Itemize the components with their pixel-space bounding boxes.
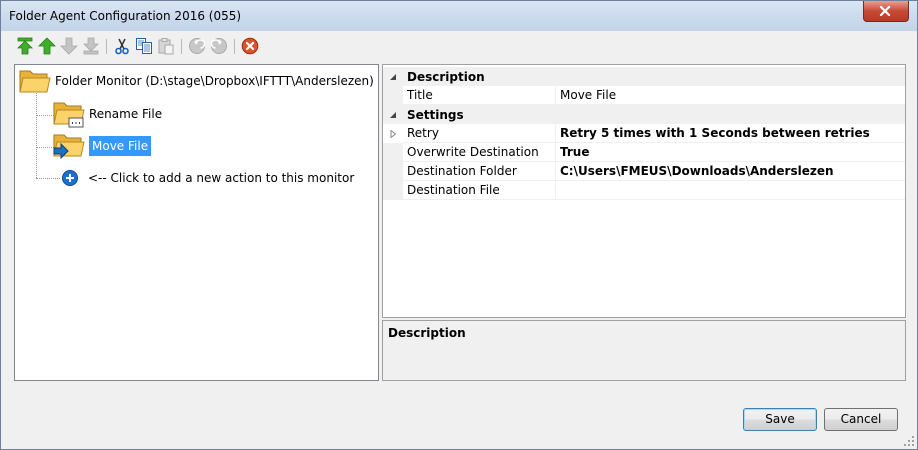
add-icon	[62, 170, 78, 186]
property-name: Retry	[403, 124, 555, 143]
row-margin	[383, 181, 403, 200]
resize-grip-icon[interactable]	[903, 435, 915, 447]
row-margin	[383, 143, 403, 162]
cut-icon	[115, 38, 129, 55]
move-top-icon	[17, 37, 33, 55]
cancel-button[interactable]: Cancel	[824, 408, 898, 431]
description-title: Description	[388, 326, 466, 340]
tree-connector	[36, 115, 54, 116]
tree-item-rename-file[interactable]: Rename File	[53, 99, 162, 129]
property-name: Overwrite Destination	[403, 143, 555, 162]
undo-button[interactable]	[188, 37, 206, 55]
window-title: Folder Agent Configuration 2016 (055)	[9, 9, 242, 23]
property-row-retry[interactable]: Retry Retry 5 times with 1 Seconds betwe…	[383, 124, 905, 143]
category-label: Settings	[407, 107, 464, 122]
property-value[interactable]: Retry 5 times with 1 Seconds between ret…	[555, 124, 905, 143]
move-folder-icon	[53, 134, 85, 160]
category-label: Description	[407, 69, 485, 84]
tree-connector	[36, 147, 54, 148]
action-tree[interactable]: Folder Monitor (D:\stage\Dropbox\IFTTT\A…	[14, 64, 379, 381]
property-value[interactable]: Move File	[555, 86, 905, 105]
folder-icon	[19, 70, 51, 93]
move-top-button[interactable]	[16, 37, 34, 55]
property-name: Destination Folder	[403, 162, 555, 181]
property-grid[interactable]: Description Title Move File Settings Ret…	[382, 64, 906, 318]
toolbar-separator	[181, 39, 182, 54]
close-icon	[879, 6, 891, 16]
property-row-overwrite[interactable]: Overwrite Destination True	[383, 143, 905, 162]
tree-root-label: Folder Monitor (D:\stage\Dropbox\IFTTT\A…	[55, 74, 374, 88]
redo-button[interactable]	[210, 37, 228, 55]
window-close-button[interactable]	[863, 1, 909, 22]
delete-button[interactable]	[241, 37, 259, 55]
tree-connector	[36, 93, 37, 178]
cut-button[interactable]	[113, 37, 131, 55]
toolbar-separator	[234, 39, 235, 54]
collapse-icon[interactable]	[383, 105, 403, 124]
property-name: Destination File	[403, 181, 555, 200]
delete-icon	[241, 37, 259, 55]
category-settings[interactable]: Settings	[383, 105, 905, 124]
redo-icon	[210, 38, 227, 54]
move-down-button[interactable]	[60, 37, 78, 55]
tree-item-label: Move File	[89, 136, 152, 156]
undo-icon	[189, 38, 206, 54]
move-bottom-icon	[83, 37, 99, 55]
property-value[interactable]: C:\Users\FMEUS\Downloads\Anderslezen	[555, 162, 905, 181]
tree-item-move-file[interactable]: Move File	[53, 131, 152, 161]
paste-button[interactable]	[157, 37, 175, 55]
tree-connector	[36, 178, 60, 179]
move-bottom-button[interactable]	[82, 37, 100, 55]
property-row-destination-folder[interactable]: Destination Folder C:\Users\FMEUS\Downlo…	[383, 162, 905, 181]
property-name: Title	[403, 86, 555, 105]
category-description[interactable]: Description	[383, 67, 905, 86]
collapse-icon[interactable]	[383, 67, 403, 86]
copy-icon	[136, 38, 152, 54]
tree-root-monitor[interactable]: Folder Monitor (D:\stage\Dropbox\IFTTT\A…	[19, 67, 374, 95]
property-row-title[interactable]: Title Move File	[383, 86, 905, 105]
move-up-icon	[38, 37, 56, 55]
add-action-link[interactable]: <-- Click to add a new action to this mo…	[61, 169, 354, 187]
copy-button[interactable]	[135, 37, 153, 55]
add-action-label: <-- Click to add a new action to this mo…	[88, 171, 355, 185]
property-row-destination-file[interactable]: Destination File	[383, 181, 905, 200]
toolbar-separator	[106, 39, 107, 54]
tree-item-label: Rename File	[89, 107, 163, 121]
property-value[interactable]: True	[555, 143, 905, 162]
rename-folder-icon	[53, 102, 85, 128]
move-up-button[interactable]	[38, 37, 56, 55]
dialog-window: Folder Agent Configuration 2016 (055) Fo…	[0, 0, 918, 450]
paste-icon	[158, 38, 174, 55]
move-down-icon	[60, 37, 78, 55]
title-bar[interactable]: Folder Agent Configuration 2016 (055)	[1, 1, 917, 31]
row-margin	[383, 86, 403, 105]
description-panel: Description	[382, 320, 906, 381]
property-value[interactable]	[555, 181, 905, 200]
expand-icon[interactable]	[383, 124, 403, 143]
save-button[interactable]: Save	[743, 408, 817, 431]
row-margin	[383, 162, 403, 181]
